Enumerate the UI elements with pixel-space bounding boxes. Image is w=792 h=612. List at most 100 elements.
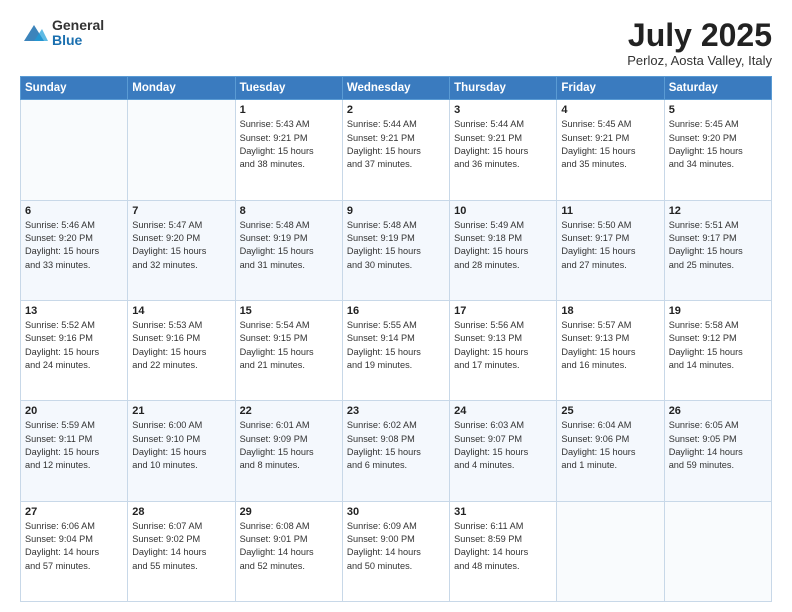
calendar: SundayMondayTuesdayWednesdayThursdayFrid… [20,76,772,602]
calendar-cell: 25 Sunrise: 6:04 AM Sunset: 9:06 PM Dayli… [557,401,664,501]
weekday-header: Monday [128,77,235,100]
calendar-cell: 2 Sunrise: 5:44 AM Sunset: 9:21 PM Daylig… [342,100,449,200]
day-info: Sunrise: 6:03 AM Sunset: 9:07 PM Dayligh… [454,419,552,472]
subtitle: Perloz, Aosta Valley, Italy [627,53,772,68]
calendar-cell: 30Sunrise: 6:09 AM Sunset: 9:00 PM Dayli… [342,501,449,601]
day-number: 14 [132,305,230,317]
title-block: July 2025 Perloz, Aosta Valley, Italy [627,18,772,68]
calendar-cell: 31 Sunrise: 6:11 AM Sunset: 8:59 PM Dayli… [450,501,557,601]
day-info: Sunrise: 5:55 AM Sunset: 9:14 PM Dayligh… [347,319,445,372]
calendar-cell: 23 Sunrise: 6:02 AM Sunset: 9:08 PM Dayli… [342,401,449,501]
day-number: 4 [561,104,659,116]
calendar-cell: 22 Sunrise: 6:01 AM Sunset: 9:09 PM Dayli… [235,401,342,501]
day-number: 9 [347,205,445,217]
calendar-cell: 27 Sunrise: 6:06 AM Sunset: 9:04 PM Dayli… [21,501,128,601]
day-number: 25 [561,405,659,417]
day-info: Sunrise: 5:48 AM Sunset: 9:19 PM Dayligh… [347,219,445,272]
day-number: 28 [132,506,230,518]
day-info: Sunrise: 5:50 AM Sunset: 9:17 PM Dayligh… [561,219,659,272]
calendar-cell: 9 Sunrise: 5:48 AM Sunset: 9:19 PM Daylig… [342,200,449,300]
day-number: 5 [669,104,767,116]
day-number: 27 [25,506,123,518]
weekday-header: Friday [557,77,664,100]
calendar-cell: 16 Sunrise: 5:55 AM Sunset: 9:14 PM Dayli… [342,300,449,400]
day-number: 23 [347,405,445,417]
calendar-cell: 8 Sunrise: 5:48 AM Sunset: 9:19 PM Daylig… [235,200,342,300]
weekday-header: Wednesday [342,77,449,100]
calendar-cell: 18 Sunrise: 5:57 AM Sunset: 9:13 PM Dayli… [557,300,664,400]
day-number: 15 [240,305,338,317]
calendar-cell: 24 Sunrise: 6:03 AM Sunset: 9:07 PM Dayli… [450,401,557,501]
day-info: Sunrise: 6:01 AM Sunset: 9:09 PM Dayligh… [240,419,338,472]
day-number: 29 [240,506,338,518]
day-number: 1 [240,104,338,116]
day-number: 22 [240,405,338,417]
day-number: 21 [132,405,230,417]
calendar-cell: 13Sunrise: 5:52 AM Sunset: 9:16 PM Dayli… [21,300,128,400]
day-number: 13 [25,305,123,317]
day-info: Sunrise: 5:53 AM Sunset: 9:16 PM Dayligh… [132,319,230,372]
calendar-cell: 29 Sunrise: 6:08 AM Sunset: 9:01 PM Dayli… [235,501,342,601]
weekday-header: Sunday [21,77,128,100]
day-number: 24 [454,405,552,417]
calendar-cell: 19 Sunrise: 5:58 AM Sunset: 9:12 PM Dayli… [664,300,771,400]
calendar-cell [557,501,664,601]
day-info: Sunrise: 5:51 AM Sunset: 9:17 PM Dayligh… [669,219,767,272]
calendar-cell: 20 Sunrise: 5:59 AM Sunset: 9:11 PM Dayli… [21,401,128,501]
day-number: 8 [240,205,338,217]
day-number: 3 [454,104,552,116]
day-info: Sunrise: 5:43 AM Sunset: 9:21 PM Dayligh… [240,118,338,171]
day-number: 20 [25,405,123,417]
logo-general: General [52,18,104,33]
day-info: Sunrise: 6:06 AM Sunset: 9:04 PM Dayligh… [25,520,123,573]
weekday-header: Saturday [664,77,771,100]
calendar-cell: 12 Sunrise: 5:51 AM Sunset: 9:17 PM Dayli… [664,200,771,300]
calendar-cell: 11 Sunrise: 5:50 AM Sunset: 9:17 PM Dayli… [557,200,664,300]
day-number: 2 [347,104,445,116]
calendar-cell [21,100,128,200]
calendar-cell: 21 Sunrise: 6:00 AM Sunset: 9:10 PM Dayli… [128,401,235,501]
calendar-cell: 28Sunrise: 6:07 AM Sunset: 9:02 PM Dayli… [128,501,235,601]
day-info: Sunrise: 5:46 AM Sunset: 9:20 PM Dayligh… [25,219,123,272]
day-info: Sunrise: 5:59 AM Sunset: 9:11 PM Dayligh… [25,419,123,472]
day-info: Sunrise: 5:57 AM Sunset: 9:13 PM Dayligh… [561,319,659,372]
day-info: Sunrise: 6:11 AM Sunset: 8:59 PM Dayligh… [454,520,552,573]
day-number: 18 [561,305,659,317]
day-number: 7 [132,205,230,217]
day-number: 12 [669,205,767,217]
day-info: Sunrise: 5:48 AM Sunset: 9:19 PM Dayligh… [240,219,338,272]
day-number: 16 [347,305,445,317]
calendar-cell: 6 Sunrise: 5:46 AM Sunset: 9:20 PM Daylig… [21,200,128,300]
day-info: Sunrise: 6:08 AM Sunset: 9:01 PM Dayligh… [240,520,338,573]
day-number: 31 [454,506,552,518]
day-info: Sunrise: 5:49 AM Sunset: 9:18 PM Dayligh… [454,219,552,272]
day-info: Sunrise: 6:09 AM Sunset: 9:00 PM Dayligh… [347,520,445,573]
day-info: Sunrise: 5:56 AM Sunset: 9:13 PM Dayligh… [454,319,552,372]
day-info: Sunrise: 6:05 AM Sunset: 9:05 PM Dayligh… [669,419,767,472]
calendar-cell: 1 Sunrise: 5:43 AM Sunset: 9:21 PM Daylig… [235,100,342,200]
calendar-cell: 5 Sunrise: 5:45 AM Sunset: 9:20 PM Daylig… [664,100,771,200]
day-number: 19 [669,305,767,317]
calendar-cell: 26 Sunrise: 6:05 AM Sunset: 9:05 PM Dayli… [664,401,771,501]
day-number: 11 [561,205,659,217]
calendar-cell: 10 Sunrise: 5:49 AM Sunset: 9:18 PM Dayli… [450,200,557,300]
calendar-cell [664,501,771,601]
day-number: 6 [25,205,123,217]
day-info: Sunrise: 6:00 AM Sunset: 9:10 PM Dayligh… [132,419,230,472]
logo-blue: Blue [52,33,104,48]
day-info: Sunrise: 5:44 AM Sunset: 9:21 PM Dayligh… [454,118,552,171]
calendar-cell [128,100,235,200]
weekday-header: Tuesday [235,77,342,100]
weekday-header: Thursday [450,77,557,100]
day-number: 10 [454,205,552,217]
day-number: 26 [669,405,767,417]
day-info: Sunrise: 5:45 AM Sunset: 9:20 PM Dayligh… [669,118,767,171]
day-info: Sunrise: 5:58 AM Sunset: 9:12 PM Dayligh… [669,319,767,372]
calendar-cell: 17Sunrise: 5:56 AM Sunset: 9:13 PM Dayli… [450,300,557,400]
day-info: Sunrise: 6:02 AM Sunset: 9:08 PM Dayligh… [347,419,445,472]
day-info: Sunrise: 6:04 AM Sunset: 9:06 PM Dayligh… [561,419,659,472]
day-info: Sunrise: 5:45 AM Sunset: 9:21 PM Dayligh… [561,118,659,171]
logo: General Blue [20,18,104,49]
calendar-cell: 14 Sunrise: 5:53 AM Sunset: 9:16 PM Dayli… [128,300,235,400]
day-info: Sunrise: 5:44 AM Sunset: 9:21 PM Dayligh… [347,118,445,171]
